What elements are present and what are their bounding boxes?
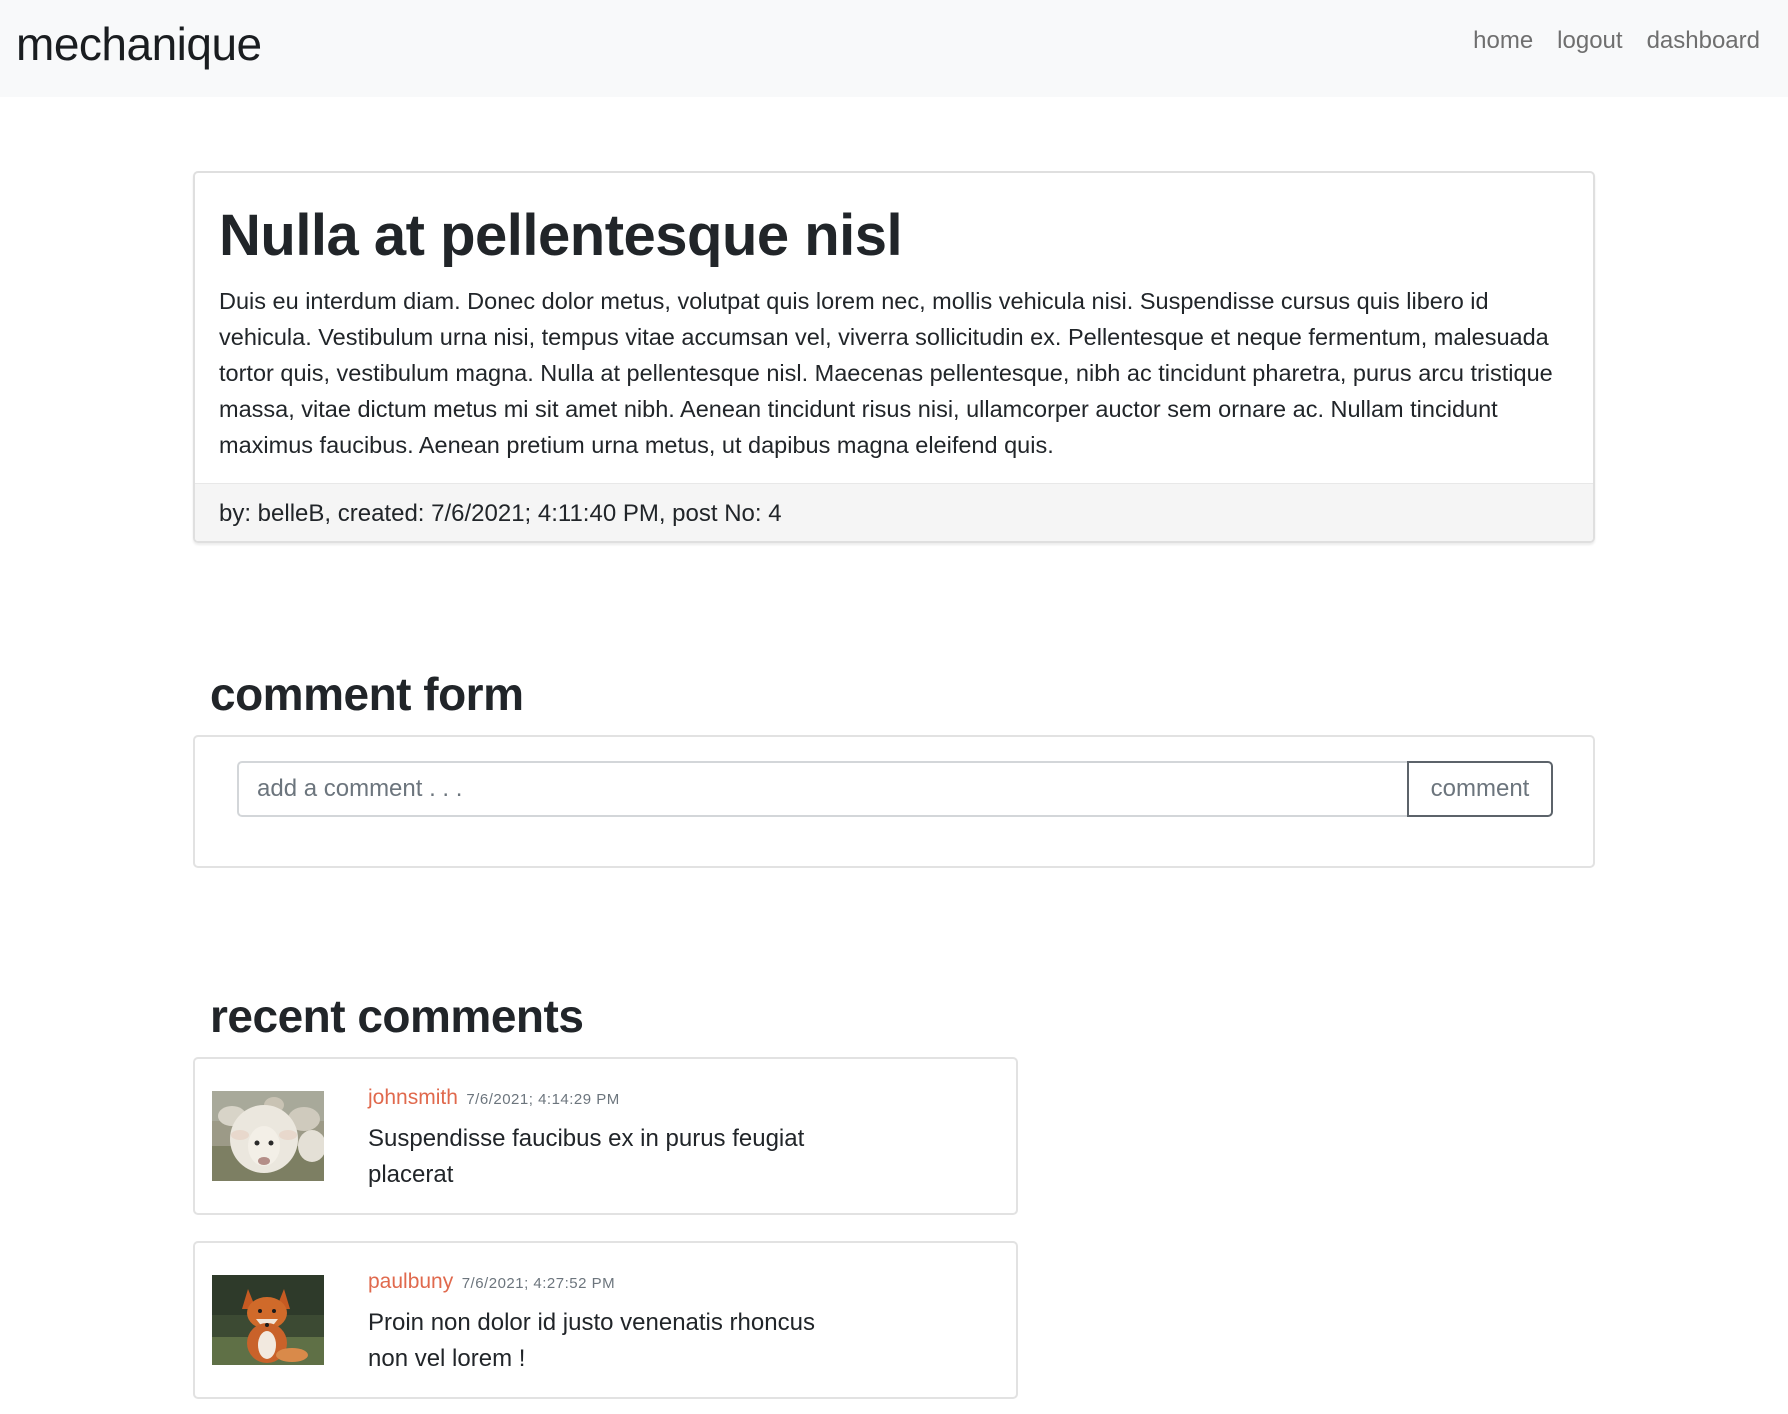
comment-form-card: comment bbox=[193, 735, 1595, 868]
post-body: Nulla at pellentesque nisl Duis eu inter… bbox=[195, 173, 1593, 483]
sheep-avatar bbox=[212, 1091, 324, 1181]
comment-text: Proin non dolor id justo venenatis rhonc… bbox=[368, 1309, 815, 1372]
comment-button[interactable]: comment bbox=[1407, 761, 1553, 817]
post-text: Duis eu interdum diam. Donec dolor metus… bbox=[219, 288, 1553, 458]
fox-photo-icon bbox=[212, 1275, 324, 1365]
comment-timestamp: 7/6/2021; 4:27:52 PM bbox=[461, 1275, 616, 1292]
comment-meta: paulbuny 7/6/2021; 4:27:52 PM bbox=[368, 1267, 615, 1299]
comment-card: paulbuny 7/6/2021; 4:27:52 PM Proin non … bbox=[193, 1241, 1018, 1399]
post-title: Nulla at pellentesque nisl bbox=[219, 203, 903, 268]
nav-link-logout[interactable]: logout bbox=[1557, 24, 1622, 58]
fox-avatar bbox=[212, 1275, 324, 1365]
navbar: mechanique home logout dashboard bbox=[0, 0, 1788, 97]
comment-text: Suspendisse faucibus ex in purus feugiat… bbox=[368, 1125, 805, 1188]
comment-card: johnsmith 7/6/2021; 4:14:29 PM Suspendis… bbox=[193, 1057, 1018, 1215]
comment-username[interactable]: johnsmith bbox=[368, 1086, 458, 1109]
comment-input[interactable] bbox=[237, 761, 1409, 817]
sheep-photo-icon bbox=[212, 1091, 324, 1181]
brand-link[interactable]: mechanique bbox=[16, 16, 262, 72]
comment-username[interactable]: paulbuny bbox=[368, 1270, 453, 1293]
comment-timestamp: 7/6/2021; 4:14:29 PM bbox=[466, 1091, 620, 1108]
recent-comments-heading: recent comments bbox=[210, 990, 584, 1042]
comment-meta: johnsmith 7/6/2021; 4:14:29 PM bbox=[368, 1083, 620, 1115]
nav-link-home[interactable]: home bbox=[1473, 24, 1533, 58]
post-footer: by: belleB, created: 7/6/2021; 4:11:40 P… bbox=[195, 483, 1593, 541]
nav-links: home logout dashboard bbox=[1473, 24, 1760, 58]
nav-link-dashboard[interactable]: dashboard bbox=[1647, 24, 1760, 58]
post-card: Nulla at pellentesque nisl Duis eu inter… bbox=[193, 171, 1595, 543]
comment-form-heading: comment form bbox=[210, 668, 524, 720]
